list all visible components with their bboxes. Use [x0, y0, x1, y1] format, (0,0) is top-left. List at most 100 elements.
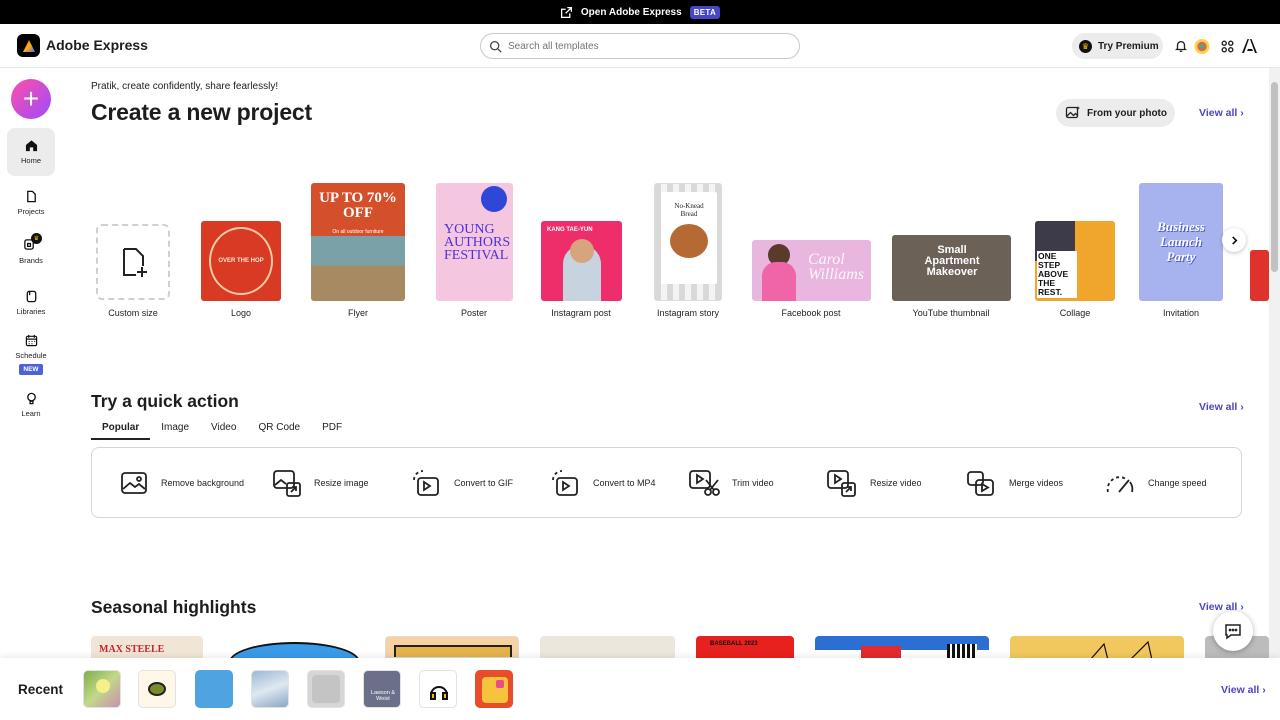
carousel-next-button[interactable]	[1222, 228, 1246, 252]
tab-image[interactable]: Image	[150, 422, 200, 440]
quick-action-change-speed[interactable]: Change speed	[1104, 468, 1207, 498]
template-instagram-post[interactable]: KANG TAE-YUN	[541, 221, 622, 301]
rail-label-schedule: Schedule	[15, 351, 47, 360]
remove-background-icon	[121, 472, 147, 494]
brands-icon: ♛	[23, 233, 42, 252]
quick-action-convert-mp4[interactable]: Convert to MP4	[549, 468, 656, 498]
template-label: Invitation	[1162, 308, 1200, 318]
rail-label-projects: Projects	[17, 207, 45, 216]
adobe-icon[interactable]	[1241, 38, 1257, 54]
template-flyer[interactable]: UP TO 70% OFF On all outdoor furniture	[311, 183, 405, 301]
left-rail: + Home Projects ♛ Brands Libraries Sched…	[0, 68, 62, 658]
template-poster[interactable]: YOUNG AUTHORS FESTIVAL	[436, 183, 513, 301]
adobe-express-logo[interactable]	[17, 34, 40, 57]
from-your-photo-label: From your photo	[1087, 107, 1167, 119]
yt-tile-text: Small Apartment Makeover	[924, 244, 980, 278]
template-youtube-thumbnail[interactable]: Small Apartment Makeover	[892, 235, 1011, 301]
fb-tile-text: Carol Williams	[808, 251, 865, 283]
template-partial-next[interactable]	[1250, 250, 1269, 301]
apps-grid-icon[interactable]	[1219, 38, 1235, 54]
template-invitation[interactable]: Business Launch Party	[1139, 183, 1223, 301]
greeting-text: Pratik, create confidently, share fearle…	[91, 81, 279, 92]
tab-pdf[interactable]: PDF	[311, 422, 353, 440]
recent-thumb-text: Lawson & Weist	[370, 690, 396, 702]
seasonal-card[interactable]: MAX STEELE	[91, 636, 203, 658]
resize-image-icon	[273, 470, 301, 497]
quick-action-remove-background[interactable]: Remove background	[119, 468, 244, 498]
rail-item-learn[interactable]: Learn	[7, 392, 55, 418]
template-logo[interactable]: OVER THE HOP	[201, 221, 281, 301]
create-new-button[interactable]: +	[11, 79, 51, 119]
seasonal-card-text: MAX STEELE	[99, 644, 165, 655]
tab-popular[interactable]: Popular	[91, 422, 151, 440]
try-premium-button[interactable]: ♛ Try Premium	[1072, 33, 1163, 59]
view-all-recent-link[interactable]: View all ›	[1221, 684, 1266, 696]
seasonal-card[interactable]	[385, 636, 519, 658]
flyer-tile-sub: On all outdoor furniture	[332, 229, 384, 235]
rail-label-libraries: Libraries	[16, 307, 46, 316]
collage-tile-text: ONE STEP ABOVE THE REST.	[1037, 251, 1077, 298]
logo-tile-text: OVER THE HOP	[218, 258, 264, 264]
chat-button[interactable]	[1213, 611, 1253, 651]
seasonal-card[interactable]: BASEBALL 2023	[696, 636, 794, 658]
seasonal-card-text: BASEBALL 2023	[710, 641, 758, 647]
merge-videos-icon	[967, 471, 994, 496]
tab-qr-code[interactable]: QR Code	[247, 422, 311, 440]
seasonal-card[interactable]	[1010, 636, 1184, 658]
view-all-quick-actions-link[interactable]: View all ›	[1199, 401, 1244, 413]
open-express-banner[interactable]: Open Adobe Express BETA	[0, 0, 1280, 24]
quick-action-tabs: Popular Image Video QR Code PDF	[91, 422, 353, 440]
new-badge: NEW	[19, 364, 43, 375]
rail-item-libraries[interactable]: Libraries	[7, 290, 55, 316]
avatar[interactable]	[1194, 38, 1210, 54]
change-speed-icon	[1106, 476, 1134, 493]
banner-text[interactable]: Open Adobe Express	[581, 7, 682, 18]
template-label: Facebook post	[781, 308, 841, 318]
photo-sparkle-icon	[1065, 106, 1080, 119]
recent-thumb[interactable]: Lawson & Weist	[363, 670, 401, 708]
rail-item-brands[interactable]: ♛ Brands	[7, 233, 55, 265]
quick-action-merge-videos[interactable]: Merge videos	[965, 468, 1063, 498]
quick-action-convert-gif[interactable]: Convert to GIF	[410, 468, 513, 498]
premium-badge-icon: ♛	[31, 233, 42, 244]
search-icon	[489, 40, 502, 53]
seasonal-card[interactable]	[815, 636, 989, 658]
scrollbar-thumb[interactable]	[1271, 82, 1278, 272]
recent-thumb[interactable]	[307, 670, 345, 708]
recent-thumb[interactable]	[419, 670, 457, 708]
recent-thumb[interactable]	[251, 670, 289, 708]
template-label: Instagram story	[656, 308, 720, 318]
recent-thumb[interactable]	[83, 670, 121, 708]
recent-thumb[interactable]	[195, 670, 233, 708]
quick-action-resize-image[interactable]: Resize image	[272, 468, 369, 498]
seasonal-card[interactable]	[229, 638, 360, 660]
quick-action-trim-video[interactable]: Trim video	[688, 468, 774, 498]
recent-thumb[interactable]	[475, 670, 513, 708]
app-name[interactable]: Adobe Express	[46, 37, 148, 53]
search-input[interactable]	[508, 40, 778, 52]
beta-badge: BETA	[689, 5, 721, 19]
from-your-photo-button[interactable]: From your photo	[1056, 99, 1175, 127]
quick-actions-panel: Remove background Resize image Convert t…	[91, 447, 1242, 518]
rail-item-home[interactable]: Home	[7, 128, 55, 176]
rail-item-projects[interactable]: Projects	[7, 190, 55, 216]
tab-video[interactable]: Video	[200, 422, 247, 440]
premium-crown-icon: ♛	[1079, 39, 1092, 53]
quick-action-resize-video[interactable]: Resize video	[826, 468, 922, 498]
rail-item-schedule[interactable]: Schedule NEW	[7, 334, 55, 375]
search-bar[interactable]	[480, 33, 800, 59]
template-facebook-post[interactable]: Carol Williams	[752, 240, 871, 301]
seasonal-card[interactable]	[540, 636, 675, 658]
template-custom-size[interactable]	[96, 224, 170, 300]
template-collage[interactable]: ONE STEP ABOVE THE REST.	[1035, 221, 1115, 301]
chat-icon	[1225, 624, 1241, 640]
rail-label-home: Home	[20, 156, 41, 165]
recent-thumb[interactable]	[138, 670, 176, 708]
page-scrollbar[interactable]	[1269, 68, 1280, 658]
view-all-templates-link[interactable]: View all ›	[1199, 107, 1244, 119]
template-instagram-story[interactable]: No-Knead Bread	[654, 183, 722, 301]
quick-action-label: Trim video	[732, 478, 774, 488]
quick-action-label: Merge videos	[1009, 478, 1064, 488]
recent-label: Recent	[18, 682, 64, 697]
notification-bell-icon[interactable]	[1173, 38, 1189, 54]
